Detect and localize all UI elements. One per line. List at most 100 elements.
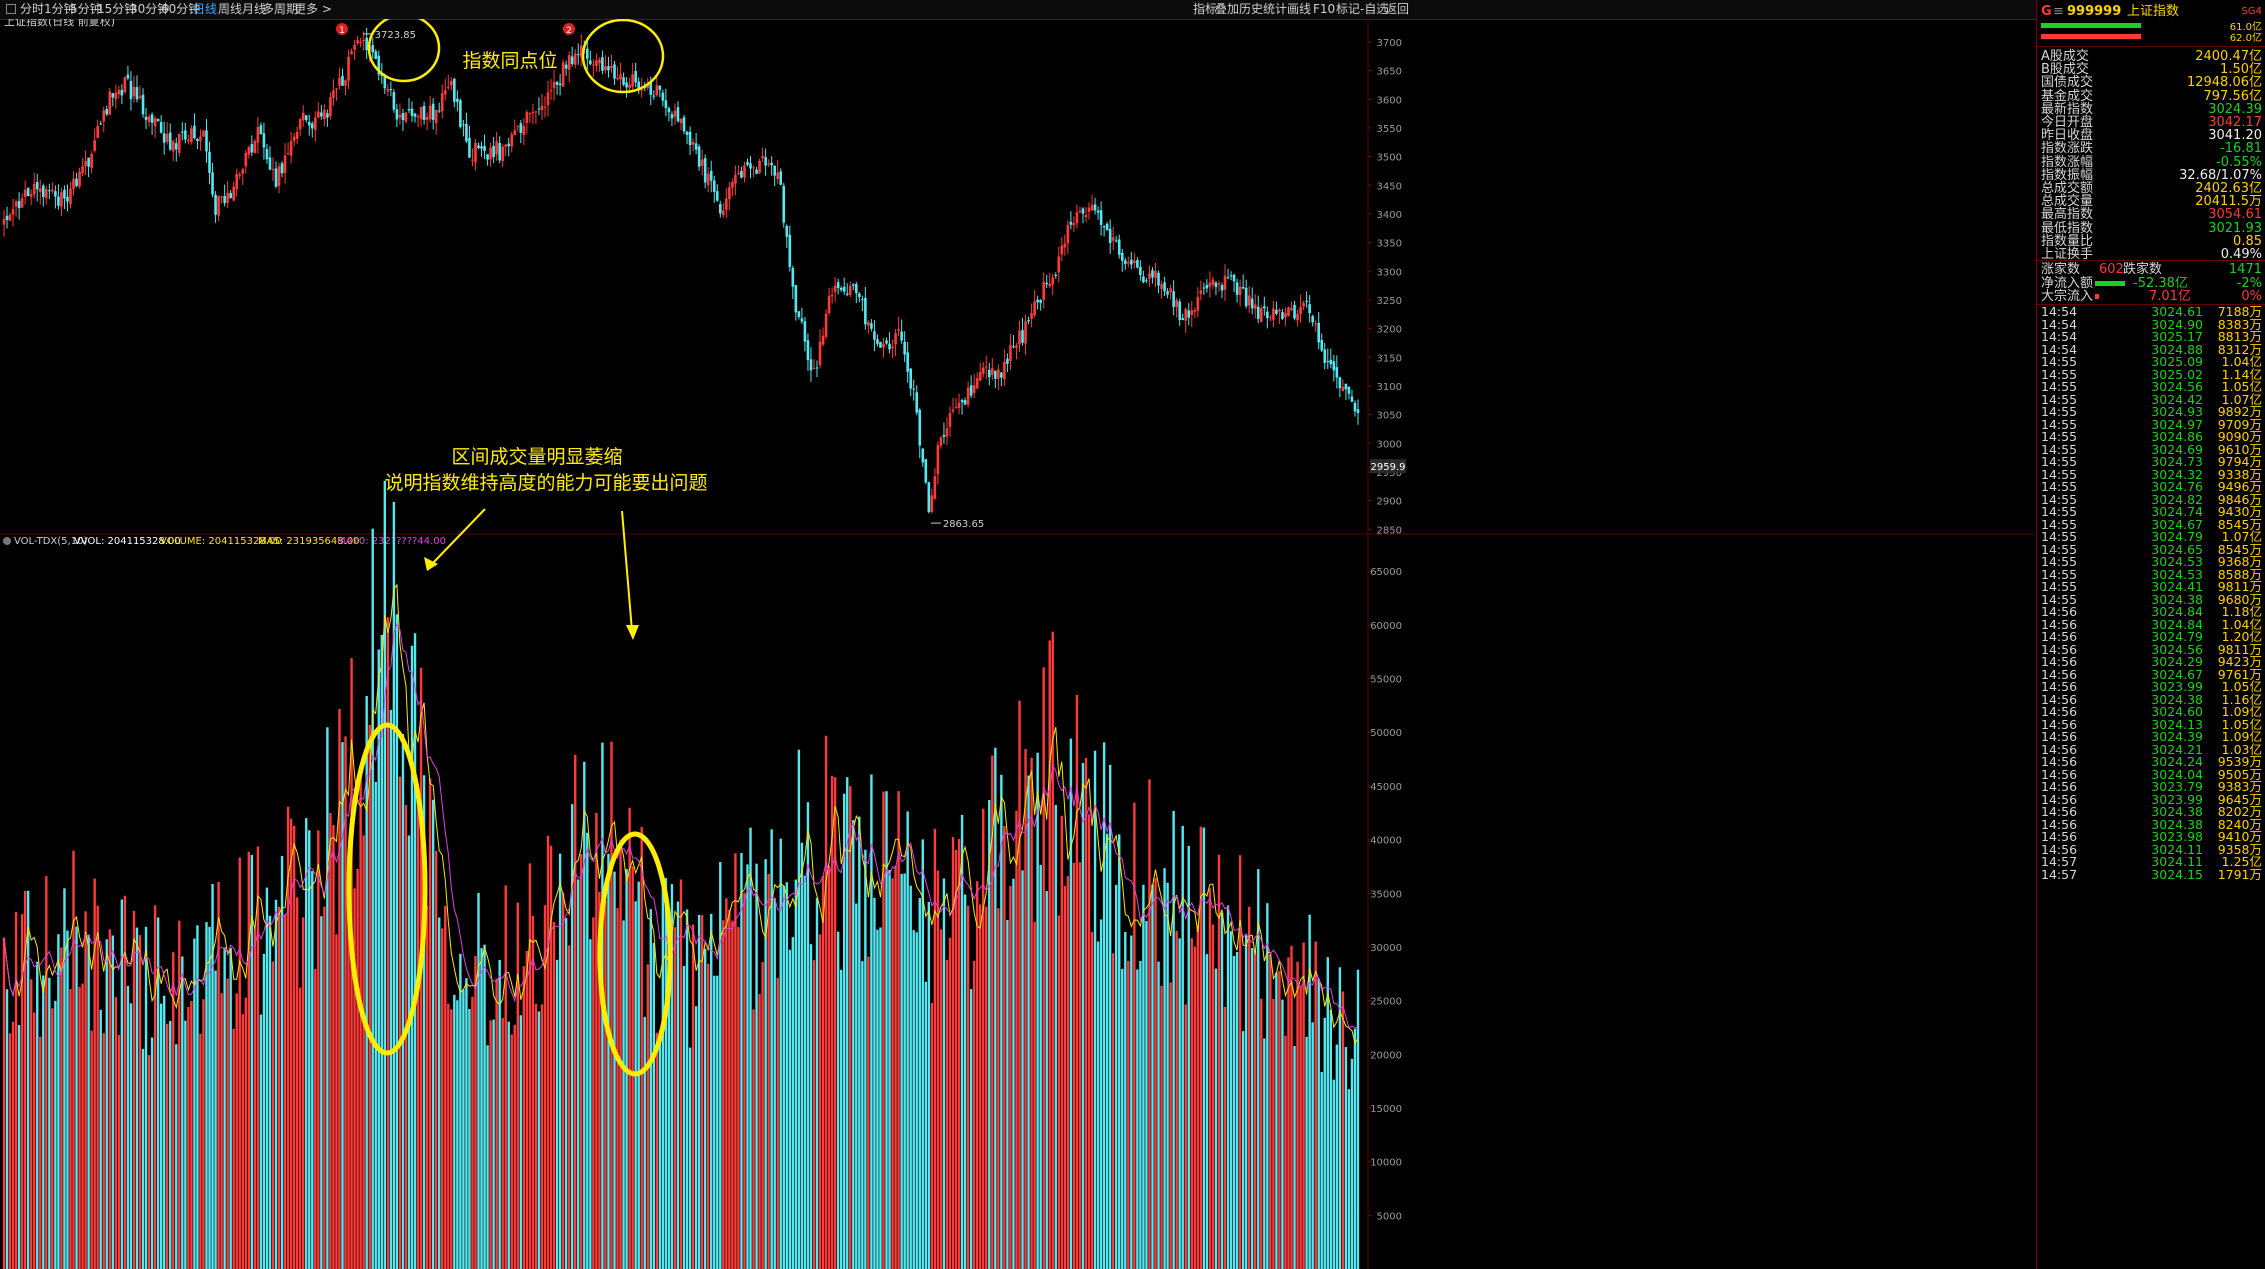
candle-body <box>256 126 260 143</box>
candle-body <box>1353 402 1357 412</box>
volume-bar <box>1084 757 1088 1269</box>
volume-bar <box>268 915 272 1269</box>
period-tab-10[interactable]: 更多 > <box>294 2 332 17</box>
price-axis-label-14: 3000 <box>1377 439 1402 450</box>
candle-body <box>456 98 459 102</box>
volume-bar <box>298 987 302 1269</box>
candle-body <box>410 108 414 116</box>
toolbar-item-2[interactable]: 历史 <box>1239 2 1263 17</box>
candle-body <box>326 113 329 118</box>
toolbar-item-0[interactable]: 指标 <box>1193 2 1217 17</box>
volume-bar <box>740 853 743 1269</box>
candle-body <box>1084 214 1088 218</box>
kline-svg[interactable]: 3700 3650 3600 3550 3500 3450 3400 3350 3300 3250… <box>0 19 2035 1269</box>
volume-bar <box>785 882 788 1269</box>
candle-body <box>162 133 166 143</box>
candle-body <box>812 367 816 369</box>
candle-body <box>655 85 659 96</box>
candle-body <box>307 122 311 126</box>
volume-bar <box>90 1030 93 1269</box>
toolbar-item-6[interactable]: 标记 <box>1336 2 1360 17</box>
volume-bar <box>897 791 900 1269</box>
candle-body <box>320 112 323 117</box>
candle-body <box>1151 270 1154 278</box>
period-tab-6[interactable]: 日线 <box>193 2 217 17</box>
volume-bar <box>217 881 220 1269</box>
volume-bar <box>1121 968 1124 1269</box>
volume-bar <box>1063 885 1067 1269</box>
toolbar-item-3[interactable]: 统计 <box>1263 2 1287 17</box>
period-tab-7[interactable]: 周线 <box>218 2 242 17</box>
candle-body <box>939 437 943 446</box>
volume-bar <box>658 1039 662 1269</box>
volume-axis-label-4: 45000 <box>1370 782 1402 793</box>
volume-bar <box>604 900 607 1269</box>
toolbar-item-5[interactable]: F10 <box>1313 2 1335 17</box>
candle-body <box>437 110 441 112</box>
candle-body <box>997 369 1000 379</box>
candle-body <box>440 93 444 112</box>
volume-bar <box>202 999 205 1269</box>
volume-bar <box>1190 938 1193 1269</box>
volume-bar <box>1326 957 1329 1269</box>
candle-body <box>144 116 148 120</box>
candle-body <box>283 155 287 174</box>
price-axis-label-16: 2900 <box>1377 497 1402 508</box>
candle-body <box>244 152 248 167</box>
volume-bar <box>574 754 577 1269</box>
candle-body <box>1220 284 1224 291</box>
volume-bar <box>1139 961 1142 1269</box>
toolbar-item-8[interactable]: 返回 <box>1385 2 1409 17</box>
candle-body <box>540 105 544 110</box>
candle-body <box>413 113 417 117</box>
candle-body <box>262 133 266 148</box>
candle-body <box>1269 317 1272 319</box>
candle-body <box>253 140 257 153</box>
volume-bar <box>969 989 973 1269</box>
volume-bar <box>882 791 885 1269</box>
volume-bar <box>1163 868 1166 1269</box>
candle-body <box>858 293 861 297</box>
volume-bar <box>438 917 441 1269</box>
candle-body <box>1341 386 1345 392</box>
volume-bar <box>214 970 217 1269</box>
volume-bar <box>761 962 764 1269</box>
volume-bar <box>353 888 356 1269</box>
candle-body <box>728 187 731 200</box>
candle-body <box>815 367 819 369</box>
candle-body <box>876 339 879 344</box>
toolbar-item-1[interactable]: 叠加 <box>1215 2 1239 17</box>
volume-bar <box>1241 1031 1245 1269</box>
candle-body <box>927 482 931 513</box>
marker-1-label: 1 <box>339 26 345 36</box>
sidebar-toggle-icon[interactable] <box>6 4 16 14</box>
candle-body <box>1263 306 1266 309</box>
volume-bar <box>114 997 118 1269</box>
candle-body <box>1102 225 1106 228</box>
volume-bar <box>1015 810 1018 1269</box>
volume-bar <box>1314 941 1317 1269</box>
volume-bar <box>1335 1044 1339 1269</box>
candle-body <box>664 100 668 109</box>
candle-body <box>1166 291 1169 295</box>
candle-body <box>718 204 722 214</box>
period-tab-0[interactable]: 分时 <box>20 2 44 17</box>
volume-bar <box>1269 954 1272 1269</box>
period-tab-9[interactable]: 多周期 <box>262 2 298 17</box>
candle-body <box>1000 372 1003 378</box>
candle-body <box>1278 309 1281 312</box>
candle-body <box>803 321 807 342</box>
candle-body <box>1326 360 1330 362</box>
candle-body <box>1009 344 1012 361</box>
volume-bar <box>441 928 444 1269</box>
candle-body <box>81 166 84 174</box>
price-axis-label-0: 3700 <box>1377 38 1402 49</box>
candle-body <box>954 406 958 408</box>
volume-bar <box>105 939 108 1269</box>
candle-body <box>830 295 834 297</box>
candle-body <box>295 131 299 139</box>
kline-chart-area[interactable]: 3700 3650 3600 3550 3500 3450 3400 3350 3300 3250… <box>0 19 2035 1269</box>
candle-body <box>434 109 438 124</box>
candle-body <box>1347 386 1351 394</box>
toolbar-item-4[interactable]: 画线 <box>1287 2 1311 17</box>
